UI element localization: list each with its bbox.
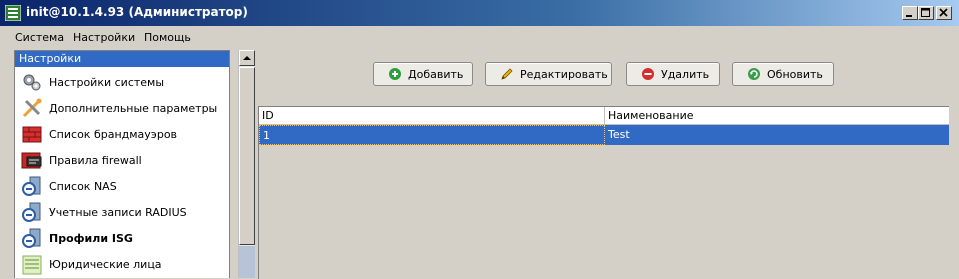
sidebar-item-firewall-list[interactable]: Список брандмауэров: [21, 122, 225, 146]
tools-icon: [22, 98, 42, 118]
title-bar[interactable]: init@10.1.4.93 (Администратор): [0, 0, 959, 26]
sidebar-item-label: Учетные записи RADIUS: [49, 206, 187, 219]
scroll-up-button[interactable]: [239, 50, 255, 66]
minimize-icon: [906, 15, 912, 17]
table-row[interactable]: 1 Test: [259, 125, 954, 145]
app-icon: [5, 5, 21, 21]
firewall-rules-icon: [21, 152, 42, 169]
table-header: ID Наименование: [259, 107, 954, 125]
menu-system[interactable]: Система: [15, 31, 64, 44]
refresh-icon: [748, 68, 760, 80]
firewall-icon: [22, 126, 42, 143]
isg-icon: [22, 228, 41, 248]
sidebar-item-label: Дополнительные параметры: [49, 102, 218, 115]
sidebar-item-firewall-rules[interactable]: Правила firewall: [21, 148, 225, 172]
refresh-button[interactable]: Обновить: [732, 62, 834, 86]
sidebar-item-nas-list[interactable]: Список NAS: [21, 174, 225, 198]
minimize-button[interactable]: [902, 6, 918, 20]
radius-icon: [22, 202, 41, 222]
legal-entity-icon: [22, 255, 42, 275]
column-header-name[interactable]: Наименование: [605, 107, 954, 125]
menu-bar: Система Настройки Помощь: [0, 26, 959, 48]
sidebar-item-label: Список брандмауэров: [49, 128, 178, 141]
close-icon: [939, 8, 948, 17]
scrollbar-thumb[interactable]: [239, 67, 255, 245]
menu-settings[interactable]: Настройки: [73, 31, 135, 44]
delete-icon: [642, 68, 654, 80]
delete-button[interactable]: Удалить: [626, 62, 720, 86]
sidebar-item-label: Список NAS: [49, 180, 117, 193]
sidebar-item-label: Профили ISG: [49, 232, 133, 245]
navigation-tree: Настройки Настройки системы Дополнительн…: [14, 50, 230, 278]
refresh-button-label: Обновить: [767, 68, 823, 81]
gears-icon: [23, 74, 41, 91]
add-icon: [389, 68, 401, 80]
maximize-icon: [921, 8, 930, 17]
column-header-id[interactable]: ID: [259, 107, 605, 125]
add-button[interactable]: Добавить: [373, 62, 473, 86]
sidebar-item-radius-accounts[interactable]: Учетные записи RADIUS: [21, 200, 225, 224]
sidebar-item-isg-profiles[interactable]: Профили ISG: [21, 226, 225, 250]
add-button-label: Добавить: [408, 68, 464, 81]
sidebar-item-label: Правила firewall: [49, 154, 142, 167]
sidebar-item-legal-entities[interactable]: Юридические лица: [21, 252, 225, 276]
tree-header-settings[interactable]: Настройки: [15, 51, 229, 67]
sidebar-item-additional-params[interactable]: Дополнительные параметры: [21, 96, 225, 120]
maximize-button[interactable]: [918, 6, 934, 20]
arrow-up-icon: [243, 56, 251, 60]
edit-button-label: Редактировать: [520, 68, 608, 81]
scrollbar-track[interactable]: [239, 246, 255, 278]
sidebar-item-label: Настройки системы: [49, 76, 165, 89]
sidebar-item-system-settings[interactable]: Настройки системы: [21, 70, 225, 94]
cell-id[interactable]: 1: [259, 125, 605, 145]
nas-icon: [22, 176, 41, 196]
content-panel: Добавить Редактировать Удалить Обновить …: [256, 50, 959, 279]
data-table[interactable]: ID Наименование 1 Test: [258, 106, 954, 279]
window-title: init@10.1.4.93 (Администратор): [26, 5, 248, 19]
sidebar-item-label: Юридические лица: [49, 258, 162, 271]
menu-help[interactable]: Помощь: [144, 31, 191, 44]
window-right-edge: [949, 50, 959, 278]
cell-name[interactable]: Test: [605, 125, 954, 145]
delete-button-label: Удалить: [661, 68, 710, 81]
edit-button[interactable]: Редактировать: [485, 62, 612, 86]
sidebar-scrollbar[interactable]: [238, 50, 255, 278]
close-button[interactable]: [936, 6, 952, 20]
pencil-icon: [501, 68, 513, 80]
